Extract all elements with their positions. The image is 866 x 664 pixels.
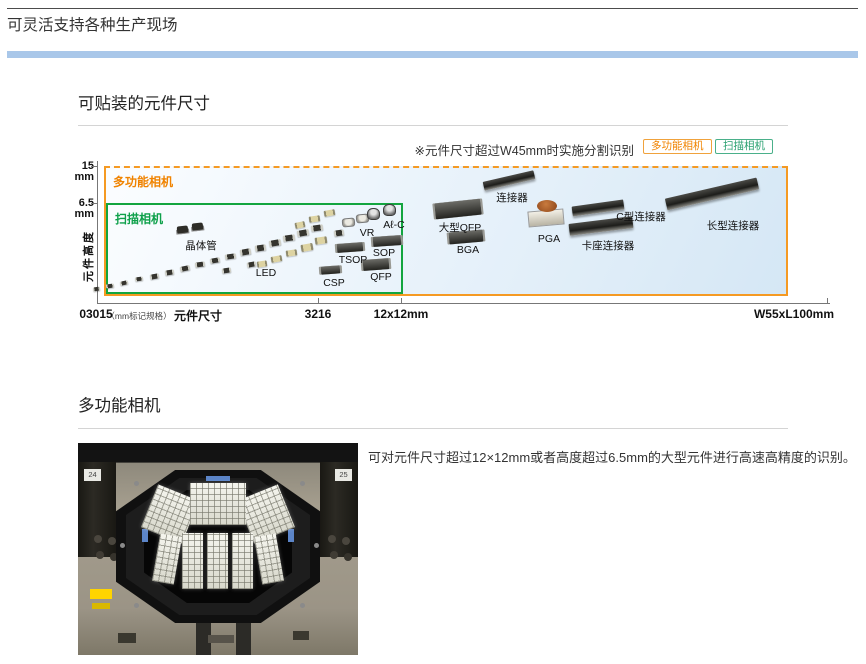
led-column-1 bbox=[182, 533, 203, 589]
component-label: BGA bbox=[457, 244, 479, 256]
component-label: C型连接器 bbox=[616, 209, 666, 224]
blue-tape-right bbox=[288, 529, 294, 542]
component-label: QFP bbox=[370, 271, 392, 283]
x-axis-label: W55xL100mm bbox=[754, 307, 834, 321]
legend-badge-scan-camera: 扫描相机 bbox=[715, 139, 773, 154]
component-label: CSP bbox=[323, 277, 345, 289]
section-heading-multifunction-camera: 多功能相机 bbox=[78, 392, 161, 416]
deck-fittings-right bbox=[328, 535, 336, 543]
x-axis-label: 12x12mm bbox=[374, 307, 429, 321]
component-label: 连接器 bbox=[496, 190, 528, 205]
deck-fittings-left bbox=[94, 535, 102, 543]
component-chip bbox=[177, 225, 189, 233]
component-label: SOP bbox=[373, 247, 395, 259]
component-label: 卡座连接器 bbox=[582, 238, 635, 253]
deck-part bbox=[208, 635, 234, 643]
blue-tape-top bbox=[206, 476, 230, 481]
zone-label-scan-camera: 扫描相机 bbox=[108, 205, 170, 232]
component-chip bbox=[337, 242, 364, 253]
led-column-2 bbox=[207, 533, 228, 589]
feeder-slot-tag-left: 24 bbox=[84, 469, 101, 481]
component-chip bbox=[537, 200, 557, 212]
component-label: 大型QFP bbox=[439, 220, 482, 235]
x-axis-tick bbox=[318, 298, 319, 303]
section-heading-component-sizes: 可贴装的元件尺寸 bbox=[78, 90, 210, 114]
y-axis-tick-label: 15mm bbox=[64, 161, 94, 183]
component-label: VR bbox=[360, 227, 375, 239]
component-chip bbox=[367, 208, 380, 220]
x-axis-tick bbox=[401, 298, 402, 303]
section-divider bbox=[78, 428, 788, 429]
component-label: LED bbox=[256, 267, 276, 279]
y-axis-tick bbox=[91, 166, 97, 167]
multifunction-camera-photo: 24 25 bbox=[78, 443, 358, 655]
y-axis-tick bbox=[91, 203, 97, 204]
y-axis-line bbox=[97, 161, 98, 303]
x-axis-tick bbox=[827, 298, 828, 303]
y-axis-title: 元件高度 bbox=[80, 230, 96, 282]
component-chip bbox=[342, 217, 356, 227]
component-chip bbox=[93, 286, 101, 291]
top-rule bbox=[7, 8, 858, 9]
warning-sticker bbox=[90, 589, 112, 599]
x-axis-label: 3216 bbox=[305, 307, 332, 321]
x-axis-label: （mm标记规格） bbox=[106, 310, 171, 322]
led-array-top-center bbox=[190, 483, 246, 525]
page-root: { "colors": { "accent_orange": "#f59a23"… bbox=[0, 0, 866, 664]
blue-accent-bar bbox=[7, 51, 858, 58]
component-chip bbox=[383, 204, 396, 216]
page-title: 可灵活支持各种生产现场 bbox=[7, 13, 178, 35]
component-chip bbox=[192, 222, 204, 230]
component-label: TSOP bbox=[339, 254, 368, 266]
zone-label-multifunction-camera: 多功能相机 bbox=[106, 168, 180, 195]
component-label: PGA bbox=[538, 233, 560, 245]
x-axis-line bbox=[97, 303, 830, 304]
component-label: 长型连接器 bbox=[707, 218, 760, 233]
section-divider bbox=[78, 125, 788, 126]
y-axis-tick-label: 6.5mm bbox=[64, 198, 94, 220]
led-column-3 bbox=[232, 533, 253, 589]
camera-description: 可对元件尺寸超过12×12mm或者高度超过6.5mm的大型元件进行高速高精度的识… bbox=[368, 446, 860, 470]
deck-part bbox=[293, 631, 309, 640]
blue-tape-left bbox=[142, 529, 148, 542]
component-label: Aℓ-C bbox=[383, 219, 404, 231]
legend-badge-multifunction-camera: 多功能相机 bbox=[643, 139, 712, 154]
feeder-slot-tag-right: 25 bbox=[335, 469, 352, 481]
x-axis-label: 元件尺寸 bbox=[174, 307, 222, 324]
split-recognition-note: ※元件尺寸超过W45mm时实施分割识别 bbox=[0, 140, 634, 159]
component-label: 晶体管 bbox=[185, 238, 217, 253]
component-chip bbox=[321, 265, 341, 274]
deck-part bbox=[118, 633, 136, 643]
housing-screws bbox=[134, 481, 139, 486]
component-chip bbox=[373, 235, 402, 247]
